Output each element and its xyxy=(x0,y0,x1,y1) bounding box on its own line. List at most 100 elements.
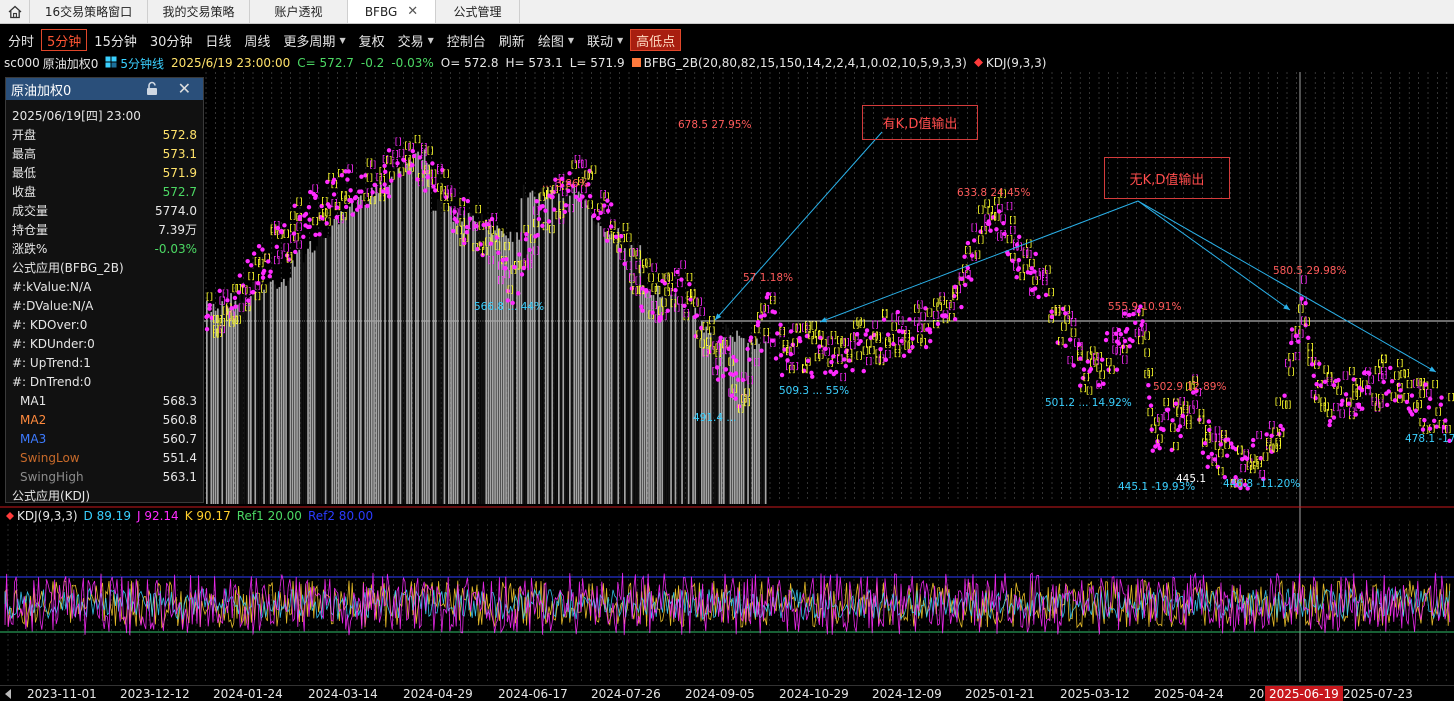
price-marker xyxy=(952,317,958,322)
panel-title-bar[interactable]: 原油加权0 ✕ xyxy=(6,78,203,100)
period-timeshare-button[interactable]: 分时 xyxy=(2,29,40,51)
volume-bar xyxy=(331,225,334,504)
signal-bracket: [] xyxy=(1144,332,1151,342)
volume-bar xyxy=(287,280,290,504)
volume-bar xyxy=(665,290,668,504)
price-marker xyxy=(1104,331,1110,336)
volume-bar xyxy=(232,306,235,504)
price-marker xyxy=(1218,442,1223,447)
panel-row-key: 开盘 xyxy=(12,128,37,142)
price-marker xyxy=(1360,406,1365,411)
high-low-button[interactable]: 高低点 xyxy=(630,29,682,51)
volume-bar xyxy=(518,239,521,504)
period-5min-button[interactable]: 5分钟 xyxy=(41,29,88,51)
close-icon[interactable]: ✕ xyxy=(407,4,418,19)
period-15min-button[interactable]: 15分钟 xyxy=(88,29,143,51)
signal-bracket: [] xyxy=(1288,368,1295,378)
volume-bar xyxy=(652,295,655,504)
tab-my-strategy[interactable]: 我的交易策略 xyxy=(148,0,250,23)
tab-strategy-window[interactable]: 16交易策略窗口 xyxy=(30,0,148,23)
refresh-button[interactable]: 刷新 xyxy=(493,29,531,51)
grid-icon[interactable] xyxy=(105,56,117,71)
signal-bracket: [] xyxy=(1275,441,1282,451)
price-marker xyxy=(809,370,814,376)
price-marker xyxy=(1029,266,1034,271)
draw-button[interactable]: 绘图 ▼ xyxy=(532,29,580,51)
price-marker xyxy=(1124,326,1130,332)
volume-bar xyxy=(562,198,565,504)
tab-label: 公式管理 xyxy=(453,5,502,19)
console-button[interactable]: 控制台 xyxy=(441,29,492,51)
price-marker xyxy=(523,237,529,242)
volume-bar xyxy=(681,303,683,504)
price-marker xyxy=(878,346,883,352)
signal-bracket: [] xyxy=(1163,398,1170,408)
volume-bar xyxy=(432,210,435,504)
price-marker xyxy=(1148,403,1154,408)
annotation-arrow xyxy=(819,200,1139,323)
price-marker xyxy=(274,244,279,250)
date-tick-label: 2024-03-14 xyxy=(308,687,378,701)
price-marker xyxy=(229,306,234,311)
price-marker xyxy=(335,205,340,210)
price-marker xyxy=(1127,312,1132,318)
link-button[interactable]: 联动 ▼ xyxy=(581,29,629,51)
volume-bar xyxy=(208,304,210,504)
price-marker xyxy=(527,247,532,253)
scroll-left-icon[interactable] xyxy=(5,689,11,699)
price-marker xyxy=(965,240,971,246)
restore-rights-button[interactable]: 复权 xyxy=(353,29,391,51)
price-marker xyxy=(407,170,412,175)
price-marker xyxy=(923,344,929,350)
panel-date: 2025/06/19[四] 23:00 xyxy=(12,109,141,123)
signal-bracket: [] xyxy=(1348,367,1355,377)
kdj-name[interactable]: KDJ(9,3,3) xyxy=(17,509,78,523)
price-marker xyxy=(831,371,836,377)
unlock-icon[interactable] xyxy=(145,81,159,100)
indicator-kdj-label[interactable]: KDJ(9,3,3) xyxy=(986,56,1047,70)
close-icon[interactable]: ✕ xyxy=(178,79,191,98)
signal-bracket: [] xyxy=(1044,265,1051,275)
more-periods-button[interactable]: 更多周期 ▼ xyxy=(277,29,351,51)
kdj-ref1-value: Ref1 20.00 xyxy=(236,509,302,523)
price-marker xyxy=(1314,381,1319,387)
indicator-bfbg-label[interactable]: BFBG_2B(20,80,82,15,150,14,2,2,4,1,0.02,… xyxy=(644,56,967,70)
kdj-ref2-value: Ref2 80.00 xyxy=(307,509,374,523)
signal-bracket: [] xyxy=(427,147,434,157)
home-button[interactable] xyxy=(0,0,30,23)
date-axis: 2023-11-01 2023-12-12 2024-01-24 2024-03-14… xyxy=(0,685,1454,701)
panel-row-value: 7.39万 xyxy=(158,223,197,237)
trade-button[interactable]: 交易 ▼ xyxy=(392,29,440,51)
price-marker xyxy=(313,195,318,201)
quote-detail-panel[interactable]: 原油加权0 ✕ 2025/06/19[四] 23:00 开盘 572.8 最高 573… xyxy=(5,77,204,503)
signal-bracket: [] xyxy=(532,246,539,256)
price-marker xyxy=(850,367,855,373)
volume-bar xyxy=(472,215,474,504)
trade-label: 交易 xyxy=(397,34,424,50)
volume-bar xyxy=(483,222,485,504)
price-marker xyxy=(1340,398,1345,403)
tab-formula-manager[interactable]: 公式管理 xyxy=(436,0,520,23)
chart-canvas[interactable]: [][][][][][][][][][][][][][][][][][][][]… xyxy=(0,72,1454,685)
tab-bfbg[interactable]: BFBG ✕ xyxy=(348,0,436,23)
tab-account[interactable]: 账户透视 xyxy=(250,0,348,23)
price-marker xyxy=(1067,337,1073,342)
period-weekly-button[interactable]: 周线 xyxy=(238,29,276,51)
date-tick-label: 2025-04-24 xyxy=(1154,687,1224,701)
price-marker xyxy=(275,225,281,231)
volume-bar xyxy=(742,338,745,504)
formula-output: #: UpTrend:1 xyxy=(12,355,91,370)
volume-bar xyxy=(305,253,307,504)
volume-bar xyxy=(289,277,292,504)
price-marker xyxy=(519,272,525,277)
volume-bar xyxy=(617,228,620,504)
price-marker xyxy=(1118,332,1124,337)
price-marker xyxy=(675,269,680,275)
kdj-j-value: J 92.14 xyxy=(136,509,179,523)
period-30min-button[interactable]: 30分钟 xyxy=(144,29,199,51)
ma-row: MA3 560.7 xyxy=(6,429,203,448)
signal-bracket: [] xyxy=(1121,345,1128,355)
price-marker xyxy=(207,302,212,308)
period-daily-button[interactable]: 日线 xyxy=(199,29,237,51)
signal-bracket: [] xyxy=(792,339,799,349)
